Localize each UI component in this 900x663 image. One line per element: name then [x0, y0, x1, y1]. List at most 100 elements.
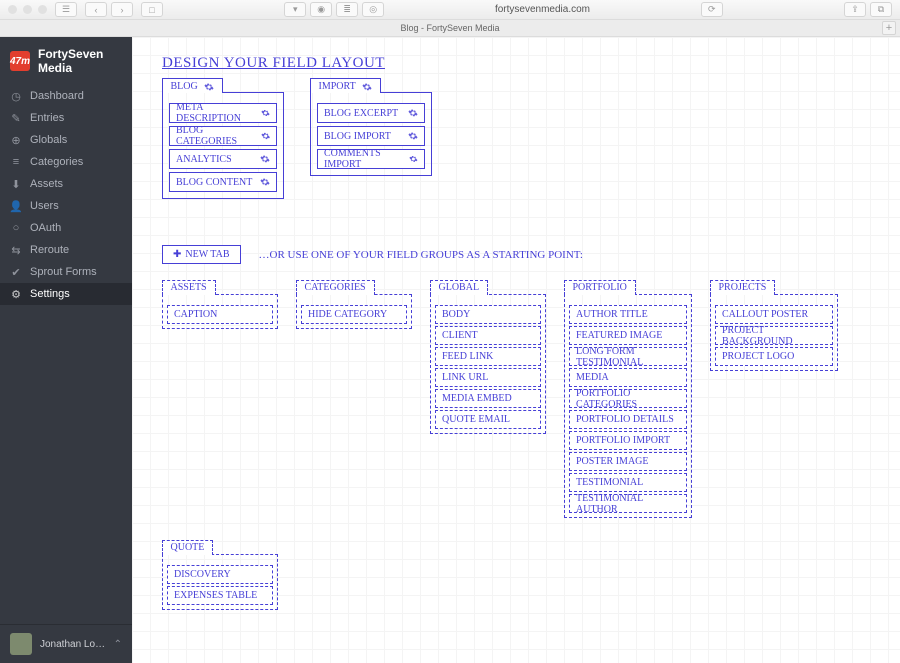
forward-button[interactable]: ›: [111, 2, 133, 17]
tab-label[interactable]: IMPORT: [310, 78, 381, 93]
group-field-long-form-testimonial[interactable]: LONG FORM TESTIMONIAL: [569, 347, 687, 366]
field-blog-import[interactable]: BLOG IMPORT: [317, 126, 425, 146]
group-field-author-title[interactable]: AUTHOR TITLE: [569, 305, 687, 324]
group-field-project-background[interactable]: PROJECT BACKGROUND: [715, 326, 833, 345]
sidebar-footer[interactable]: Jonathan Longn… ⌃: [0, 624, 132, 663]
field-group-portfolio[interactable]: PORTFOLIOAUTHOR TITLEFEATURED IMAGELONG …: [564, 294, 692, 518]
main-canvas: DESIGN YOUR FIELD LAYOUT BLOGMETA DESCRI…: [132, 37, 900, 663]
field-label: META DESCRIPTION: [176, 102, 261, 124]
sidebar-item-reroute[interactable]: ⇆Reroute: [0, 239, 132, 261]
group-field-poster-image[interactable]: POSTER IMAGE: [569, 452, 687, 471]
sidebar-item-settings[interactable]: ⚙Settings: [0, 283, 132, 305]
group-field-body[interactable]: BODY: [435, 305, 541, 324]
field-meta-description[interactable]: META DESCRIPTION: [169, 103, 277, 123]
field-analytics[interactable]: ANALYTICS: [169, 149, 277, 169]
sidebar-item-label: Settings: [30, 288, 70, 300]
browser-tab-title[interactable]: Blog - FortySeven Media: [400, 23, 499, 33]
sidebar-item-oauth[interactable]: ○OAuth: [0, 217, 132, 239]
group-field-media[interactable]: MEDIA: [569, 368, 687, 387]
field-label: BLOG CATEGORIES: [176, 125, 261, 147]
gear-icon[interactable]: [408, 108, 418, 118]
field-group-categories[interactable]: CATEGORIESHIDE CATEGORY: [296, 294, 412, 329]
group-field-portfolio-categories[interactable]: PORTFOLIO CATEGORIES: [569, 389, 687, 408]
sidebar-item-globals[interactable]: ⊕Globals: [0, 129, 132, 151]
group-field-media-embed[interactable]: MEDIA EMBED: [435, 389, 541, 408]
group-field-hide-category[interactable]: HIDE CATEGORY: [301, 305, 407, 324]
gear-icon[interactable]: [408, 131, 418, 141]
extension-icon[interactable]: ◎: [362, 2, 384, 17]
circle-icon: ○: [10, 222, 22, 234]
group-field-expenses-table[interactable]: EXPENSES TABLE: [167, 586, 273, 605]
reload-button[interactable]: ⟳: [701, 2, 723, 17]
gauge-icon: ◷: [10, 90, 22, 102]
sidebar-item-label: Users: [30, 200, 59, 212]
field-group-assets[interactable]: ASSETSCAPTION: [162, 294, 278, 329]
gear-icon[interactable]: [260, 177, 270, 187]
new-tab-button[interactable]: +: [882, 21, 896, 35]
group-label: GLOBAL: [430, 280, 489, 295]
group-field-featured-image[interactable]: FEATURED IMAGE: [569, 326, 687, 345]
group-field-feed-link[interactable]: FEED LINK: [435, 347, 541, 366]
tabs-overview-button[interactable]: ⧉: [870, 2, 892, 17]
field-blog-content[interactable]: BLOG CONTENT: [169, 172, 277, 192]
sidebar-item-sprout-forms[interactable]: ✔Sprout Forms: [0, 261, 132, 283]
chevron-up-icon: ⌃: [114, 639, 122, 650]
field-group-projects[interactable]: PROJECTSCALLOUT POSTERPROJECT BACKGROUND…: [710, 294, 838, 371]
field-blog-categories[interactable]: BLOG CATEGORIES: [169, 126, 277, 146]
pinterest-icon[interactable]: ◉: [310, 2, 332, 17]
page-title: DESIGN YOUR FIELD LAYOUT: [162, 55, 882, 72]
group-field-testimonial[interactable]: TESTIMONIAL: [569, 473, 687, 492]
layout-tab-import[interactable]: IMPORTBLOG EXCERPTBLOG IMPORTCOMMENTS IM…: [310, 92, 432, 176]
sidebar-item-label: Globals: [30, 134, 67, 146]
back-button[interactable]: ‹: [85, 2, 107, 17]
address-bar[interactable]: fortysevenmedia.com: [392, 4, 693, 15]
zoom-window-icon[interactable]: [38, 5, 47, 14]
group-field-project-logo[interactable]: PROJECT LOGO: [715, 347, 833, 366]
browser-toolbar: ☰ ‹ › □ ▾ ◉ ≣ ◎ fortysevenmedia.com ⟳ ⇪ …: [0, 0, 900, 20]
tabs-button[interactable]: □: [141, 2, 163, 17]
group-field-portfolio-details[interactable]: PORTFOLIO DETAILS: [569, 410, 687, 429]
field-group-quote[interactable]: QUOTEDISCOVERYEXPENSES TABLE: [162, 554, 278, 610]
app-sidebar: 47m FortySeven Media ◷Dashboard✎Entries⊕…: [0, 37, 132, 663]
sidebar-toggle-button[interactable]: ☰: [55, 2, 77, 17]
sidebar-item-assets[interactable]: ⬇Assets: [0, 173, 132, 195]
share-button[interactable]: ⇪: [844, 2, 866, 17]
group-field-caption[interactable]: CAPTION: [167, 305, 273, 324]
gear-icon[interactable]: [260, 154, 270, 164]
group-field-link-url[interactable]: LINK URL: [435, 368, 541, 387]
sidebar-item-users[interactable]: 👤 Users: [0, 195, 132, 217]
field-comments-import[interactable]: COMMENTS IMPORT: [317, 149, 425, 169]
sidebar-item-label: Assets: [30, 178, 63, 190]
gear-icon[interactable]: [261, 108, 270, 118]
new-tab-button[interactable]: ✚ NEW TAB: [162, 245, 241, 264]
gear-icon[interactable]: [261, 131, 270, 141]
layout-tab-blog[interactable]: BLOGMETA DESCRIPTIONBLOG CATEGORIESANALY…: [162, 92, 284, 199]
sidebar-item-categories[interactable]: ≡Categories: [0, 151, 132, 173]
group-field-testimonial-author[interactable]: TESTIMONIAL AUTHOR: [569, 494, 687, 513]
gear-icon[interactable]: [409, 154, 418, 164]
field-group-global[interactable]: GLOBALBODYCLIENTFEED LINKLINK URLMEDIA E…: [430, 294, 546, 434]
hint-text: …OR USE ONE OF YOUR FIELD GROUPS AS A ST…: [259, 249, 583, 261]
group-field-client[interactable]: CLIENT: [435, 326, 541, 345]
field-blog-excerpt[interactable]: BLOG EXCERPT: [317, 103, 425, 123]
gear-icon[interactable]: [204, 82, 214, 92]
check-icon: ✔: [10, 266, 22, 278]
group-field-discovery[interactable]: DISCOVERY: [167, 565, 273, 584]
stack-icon[interactable]: ≣: [336, 2, 358, 17]
group-label: ASSETS: [162, 280, 216, 295]
group-field-quote-email[interactable]: QUOTE EMAIL: [435, 410, 541, 429]
group-field-portfolio-import[interactable]: PORTFOLIO IMPORT: [569, 431, 687, 450]
minimize-window-icon[interactable]: [23, 5, 32, 14]
gear-icon[interactable]: [362, 82, 372, 92]
group-label: PORTFOLIO: [564, 280, 636, 295]
pocket-icon[interactable]: ▾: [284, 2, 306, 17]
sidebar-item-dashboard[interactable]: ◷Dashboard: [0, 85, 132, 107]
new-tab-label: NEW TAB: [185, 249, 229, 260]
group-field-callout-poster[interactable]: CALLOUT POSTER: [715, 305, 833, 324]
brand[interactable]: 47m FortySeven Media: [0, 37, 132, 85]
tab-label[interactable]: BLOG: [162, 78, 223, 93]
sidebar-item-entries[interactable]: ✎Entries: [0, 107, 132, 129]
close-window-icon[interactable]: [8, 5, 17, 14]
field-label: BLOG EXCERPT: [324, 108, 398, 119]
user-icon: 👤: [10, 200, 22, 212]
